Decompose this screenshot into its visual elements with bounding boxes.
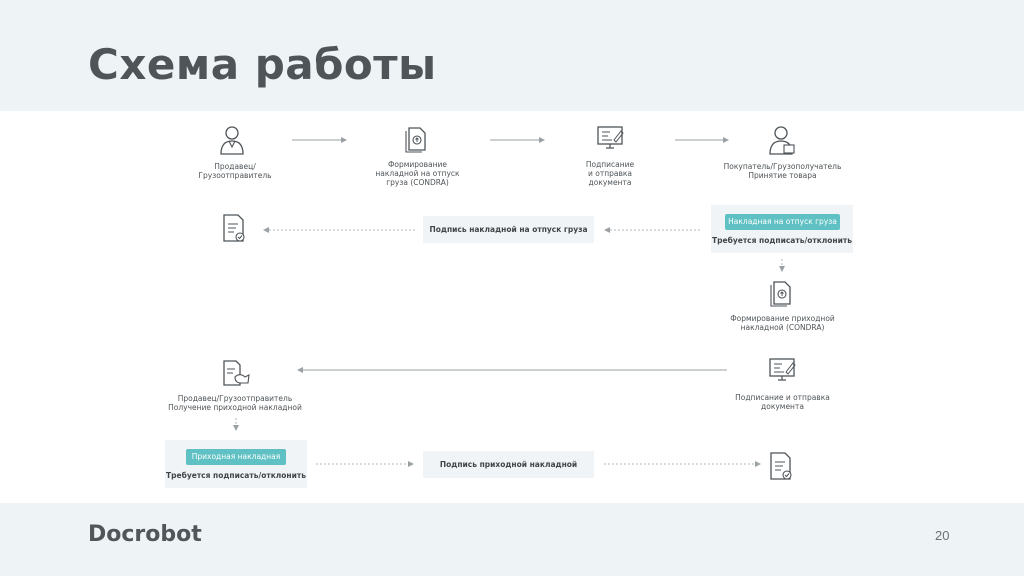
monitor-sign-icon: [597, 126, 624, 149]
stamp-document-icon: [223, 360, 250, 386]
incoming-required: Требуется подписать/отклонить: [166, 471, 306, 480]
incoming-pill[interactable]: Приходная накладная: [186, 449, 286, 465]
node-sign-send-2: Подписание и отправка документа: [735, 393, 830, 411]
signed-document-icon: [223, 214, 245, 242]
docrobot-logo: Docrobot: [88, 522, 202, 547]
person-icon: [220, 126, 244, 155]
node-seller: Продавец/ Грузоотправитель: [198, 162, 272, 180]
document-upload-icon: [405, 127, 426, 153]
node-sign-send-1: Подписание и отправка документа: [585, 160, 635, 187]
sign-incoming-box: Подпись приходной накладной: [423, 451, 594, 478]
person-icon: [769, 126, 795, 155]
outgoing-pill[interactable]: Накладная на отпуск груза: [725, 214, 840, 230]
sign-outgoing-box: Подпись накладной на отпуск груза: [423, 216, 594, 243]
signed-document-icon: [770, 452, 792, 480]
monitor-sign-icon: [769, 358, 796, 381]
document-upload-icon: [770, 281, 791, 307]
connectors: [233, 137, 785, 467]
node-form-receipt: Формирование приходной накладной (CONDRA…: [730, 314, 835, 332]
node-buyer: Покупатель/Грузополучатель Принятие това…: [723, 162, 842, 180]
page-number: 20: [935, 528, 950, 543]
node-seller-receive: Продавец/Грузоотправитель Получение прих…: [168, 394, 302, 412]
node-form-invoice: Формирование накладной на отпуск груза (…: [375, 160, 460, 187]
outgoing-required: Требуется подписать/отклонить: [712, 236, 852, 245]
